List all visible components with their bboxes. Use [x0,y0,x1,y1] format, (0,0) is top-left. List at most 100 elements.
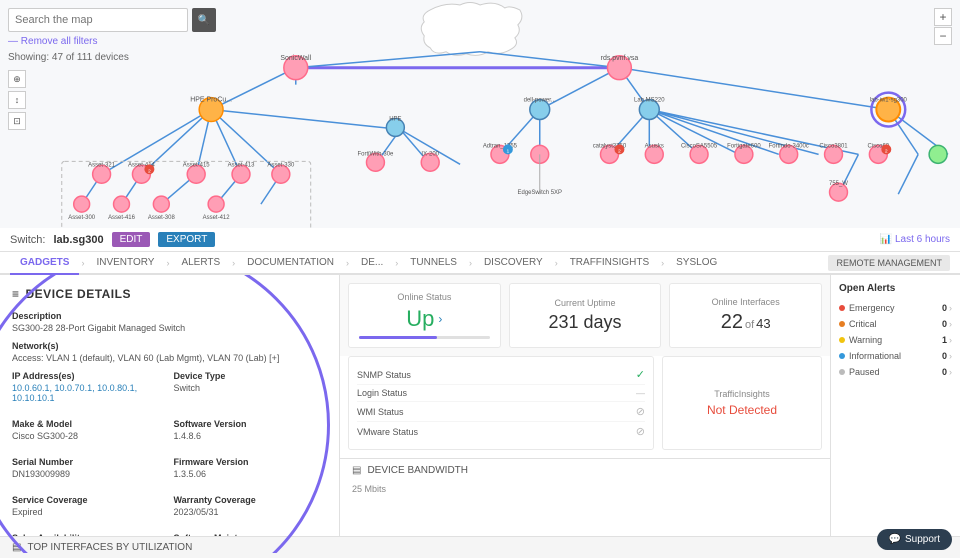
bandwidth-label: DEVICE BANDWIDTH [367,465,468,476]
detail-grid: IP Address(es) 10.0.60.1, 10.0.70.1, 10.… [12,371,327,553]
bottom-icon: ▤ [12,542,21,553]
network-map[interactable]: 🔍 Remove all filters Showing: 47 of 111 … [0,0,960,240]
uptime-value: 231 days [548,312,621,333]
device-count-label: Showing: 47 of 111 devices [8,52,129,63]
interfaces-card: Online Interfaces 22 of 43 [669,283,822,348]
svg-text:755_W: 755_W [829,181,848,187]
tab-inventory[interactable]: INVENTORY [86,252,164,275]
tab-gadgets[interactable]: GADGETS [10,252,79,275]
service-section: Service Coverage Expired [12,495,166,517]
map-ctrl-3[interactable]: ⊡ [8,112,26,130]
svg-text:Asset-300: Asset-300 [68,215,96,221]
remote-management-button[interactable]: REMOTE MANAGEMENT [828,255,950,271]
alerts-panel: Open Alerts Emergency 0 › Critical 0 › W… [830,275,960,553]
online-status-value: Up [406,306,434,332]
serial-label: Serial Number [12,457,166,467]
alert-paused-label: Paused [849,367,942,377]
service-value: Expired [12,507,166,517]
svg-text:rds.pvnf.vsa: rds.pvnf.vsa [601,55,639,62]
tab-syslog[interactable]: SYSLOG [666,252,727,275]
traffic-panel: TrafficInsights Not Detected [662,356,822,450]
ip-value[interactable]: 10.0.60.1, 10.0.70.1, 10.0.80.1, 10.10.1… [12,383,166,403]
map-ctrl-1[interactable]: ⊕ [8,70,26,88]
warranty-label: Warranty Coverage [174,495,328,505]
svg-text:2: 2 [618,148,621,154]
alert-emergency[interactable]: Emergency 0 › [839,300,952,316]
map-left-controls: ⊕ ↕ ⊡ [8,70,26,130]
svg-text:HPE: HPE [389,116,401,122]
export-button[interactable]: EXPORT [158,232,215,247]
search-input[interactable] [8,8,188,32]
warranty-value: 2023/05/31 [174,507,328,517]
warning-dot [839,337,845,343]
search-button[interactable]: 🔍 [192,8,216,32]
switch-name: lab.sg300 [53,234,103,246]
ip-label: IP Address(es) [12,371,166,381]
support-button[interactable]: 💬 Support [877,529,952,550]
alert-informational[interactable]: Informational 0 › [839,348,952,364]
firmware-section: Firmware Version 1.3.5.06 [174,457,328,479]
service-label: Service Coverage [12,495,166,505]
alert-warning-count: 1 [942,335,947,345]
software-section: Software Version 1.4.8.6 [174,419,328,441]
remove-filters-link[interactable]: Remove all filters [8,36,97,47]
tab-tunnels[interactable]: TUNNELS [400,252,467,275]
svg-text:Asset-321: Asset-321 [88,162,116,168]
alert-informational-count: 0 [942,351,947,361]
emergency-dot [839,305,845,311]
networks-label: Network(s) [12,341,327,351]
networks-extra-link[interactable]: [+] [269,353,279,363]
map-zoom-controls: + − [934,8,952,45]
time-range-label: 📊 Last 6 hours [880,234,950,245]
alert-paused[interactable]: Paused 0 › [839,364,952,380]
alert-warning[interactable]: Warning 1 › [839,332,952,348]
zoom-out-button[interactable]: − [934,27,952,45]
detail-panel: Switch: lab.sg300 EDIT EXPORT 📊 Last 6 h… [0,228,960,558]
make-section: Make & Model Cisco SG300-28 [12,419,166,441]
svg-text:2: 2 [885,148,888,154]
svg-text:lab-iw1-sg300: lab-iw1-sg300 [870,98,908,104]
software-label: Software Version [174,419,328,429]
wmi-label: WMI Status [357,407,636,417]
tab-traffinsights[interactable]: TRAFFINSIGHTS [560,252,659,275]
uptime-label: Current Uptime [554,298,615,308]
informational-dot [839,353,845,359]
description-label: Description [12,311,327,321]
tab-discovery[interactable]: DISCOVERY [474,252,553,275]
firmware-label: Firmware Version [174,457,328,467]
traffic-value: Not Detected [707,403,777,417]
edit-button[interactable]: EDIT [112,232,151,247]
svg-text:Cisco3801: Cisco3801 [819,143,848,149]
support-label: Support [905,534,940,545]
stats-row: Online Status Up › Current Uptime 231 da… [340,275,830,356]
snmp-label: SNMP Status [357,370,636,380]
login-label: Login Status [357,388,636,398]
tab-documentation[interactable]: DOCUMENTATION [237,252,344,275]
alert-critical-label: Critical [849,319,942,329]
tab-de[interactable]: DE... [351,252,393,275]
svg-text:2: 2 [148,168,151,174]
vmware-label: VMware Status [357,427,636,437]
svg-text:dell-power...: dell-power... [524,98,557,104]
zoom-in-button[interactable]: + [934,8,952,26]
alert-critical-count: 0 [942,319,947,329]
vmware-status-icon: ⊘ [636,425,645,438]
snmp-status-icon: ✓ [636,368,645,381]
alert-paused-count: 0 [942,367,947,377]
software-value: 1.4.8.6 [174,431,328,441]
map-ctrl-2[interactable]: ↕ [8,91,26,109]
networks-value: Access: VLAN 1 (default), VLAN 60 (Lab M… [12,353,327,363]
paused-dot [839,369,845,375]
alert-warning-label: Warning [849,335,942,345]
tab-alerts[interactable]: ALERTS [171,252,230,275]
login-status-icon: — [636,388,645,398]
switch-header: Switch: lab.sg300 EDIT EXPORT 📊 Last 6 h… [0,228,960,252]
svg-text:IX-200: IX-200 [421,151,439,157]
alert-informational-label: Informational [849,351,942,361]
svg-text:FortiWith-30e: FortiWith-30e [358,151,395,157]
svg-text:1: 1 [507,148,510,154]
status-arrow[interactable]: › [438,312,442,326]
interfaces-value: 22 [721,311,743,334]
alert-critical[interactable]: Critical 0 › [839,316,952,332]
main-content: ≡ DEVICE DETAILS Description SG300-28 28… [0,275,960,553]
